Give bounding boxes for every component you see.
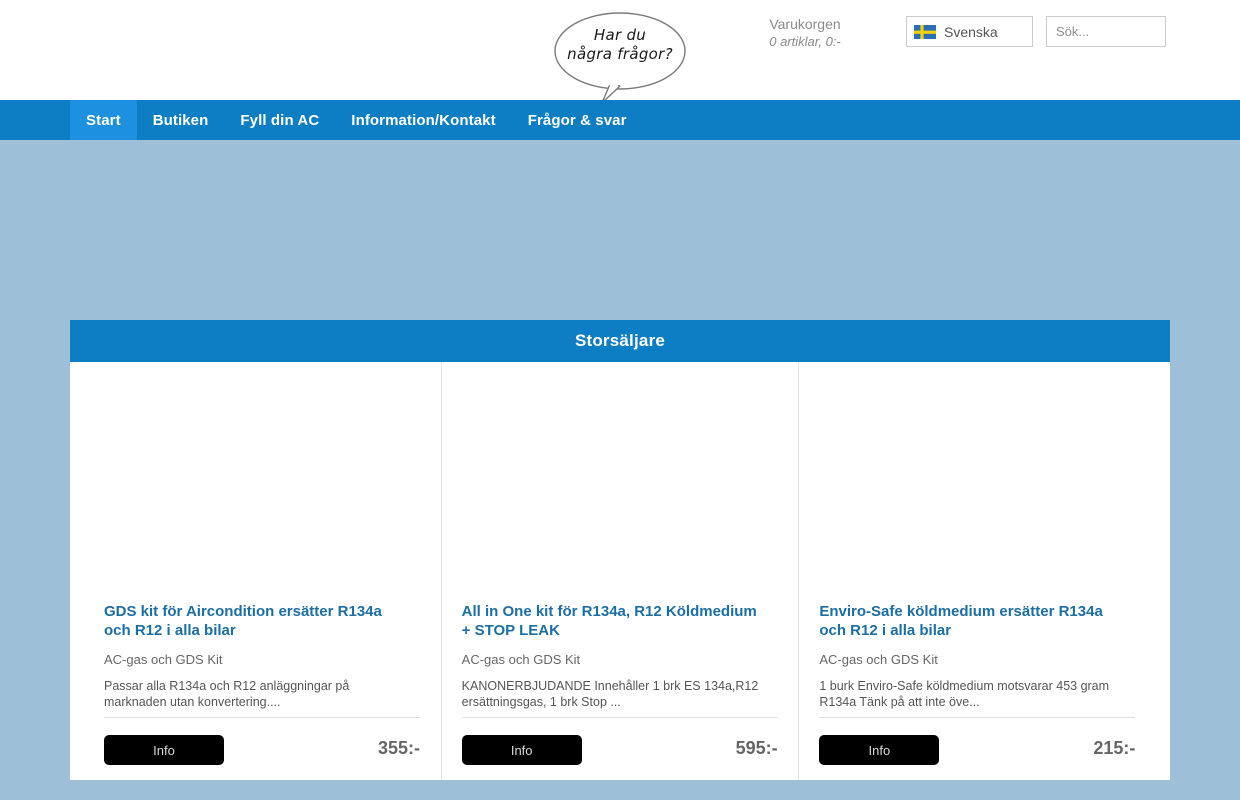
- product-category: AC-gas och GDS Kit: [104, 652, 223, 667]
- product-card: All in One kit för R134a, R12 Köldmedium…: [440, 362, 799, 780]
- product-footer: Info 595:-: [461, 735, 778, 767]
- product-image[interactable]: [805, 362, 1151, 570]
- product-info-button[interactable]: Info: [819, 735, 940, 765]
- nav-item-start[interactable]: Start: [70, 100, 137, 140]
- cart-item-count: 0 artiklar, 0:-: [769, 34, 841, 49]
- cart-title: Varukorgen: [769, 16, 841, 32]
- cart-summary[interactable]: Varukorgen 0 artiklar, 0:-: [700, 16, 910, 50]
- panel-title: Storsäljare: [574, 331, 666, 350]
- product-description: Passar alla R134a och R12 anläggningar p…: [104, 679, 350, 709]
- product-divider: [819, 717, 1136, 718]
- question-speech-bubble: Har du några frågor?: [552, 6, 688, 104]
- product-card: GDS kit för Aircondition ersätter R134a …: [84, 362, 441, 780]
- product-footer: Info 215:-: [819, 735, 1135, 767]
- product-image[interactable]: [90, 362, 435, 570]
- language-label: Svenska: [944, 23, 998, 40]
- product-list: GDS kit för Aircondition ersätter R134a …: [70, 362, 1170, 780]
- product-info-button[interactable]: Info: [461, 735, 582, 765]
- speech-bubble-text: Har du några frågor?: [552, 26, 688, 64]
- product-description: KANONERBJUDANDE Innehåller 1 brk ES 134a…: [461, 679, 759, 709]
- main-navigation: Start Butiken Fyll din AC Information/Ko…: [0, 100, 1240, 140]
- nav-item-butiken[interactable]: Butiken: [137, 100, 225, 140]
- nav-item-fragor-svar[interactable]: Frågor & svar: [512, 100, 643, 140]
- product-divider: [461, 717, 778, 718]
- nav-item-information-kontakt[interactable]: Information/Kontakt: [335, 100, 511, 140]
- product-description: 1 burk Enviro-Safe köldmedium motsvarar …: [819, 679, 1110, 709]
- product-title[interactable]: Enviro-Safe köldmedium ersätter R134a oc…: [819, 602, 1119, 640]
- site-header: Har du några frågor? Varukorgen 0 artikl…: [0, 0, 1240, 104]
- product-image[interactable]: [447, 362, 793, 570]
- search-input[interactable]: [1046, 16, 1166, 47]
- product-card: Enviro-Safe köldmedium ersätter R134a oc…: [798, 362, 1156, 780]
- bubble-line-1: Har du: [593, 26, 647, 44]
- product-price: 355:-: [377, 738, 420, 758]
- nav-items: Start Butiken Fyll din AC Information/Ko…: [70, 100, 643, 140]
- product-category: AC-gas och GDS Kit: [819, 652, 938, 667]
- product-title[interactable]: GDS kit för Aircondition ersätter R134a …: [104, 602, 404, 640]
- swedish-flag-icon: [914, 24, 936, 39]
- product-info-button[interactable]: Info: [104, 735, 224, 765]
- bubble-line-2: några frågor?: [567, 45, 673, 63]
- product-title[interactable]: All in One kit för R134a, R12 Köldmedium…: [462, 602, 762, 640]
- nav-item-fyll-din-ac[interactable]: Fyll din AC: [224, 100, 335, 140]
- product-category: AC-gas och GDS Kit: [461, 652, 581, 667]
- bestsellers-header: Storsäljare: [70, 320, 1170, 362]
- product-price: 215:-: [1093, 738, 1136, 758]
- product-price: 595:-: [735, 738, 778, 758]
- bestsellers-panel: Storsäljare GDS kit för Aircondition ers…: [70, 320, 1170, 780]
- language-selector[interactable]: Svenska: [906, 16, 1033, 47]
- product-footer: Info 355:-: [104, 735, 420, 767]
- product-divider: [104, 717, 420, 718]
